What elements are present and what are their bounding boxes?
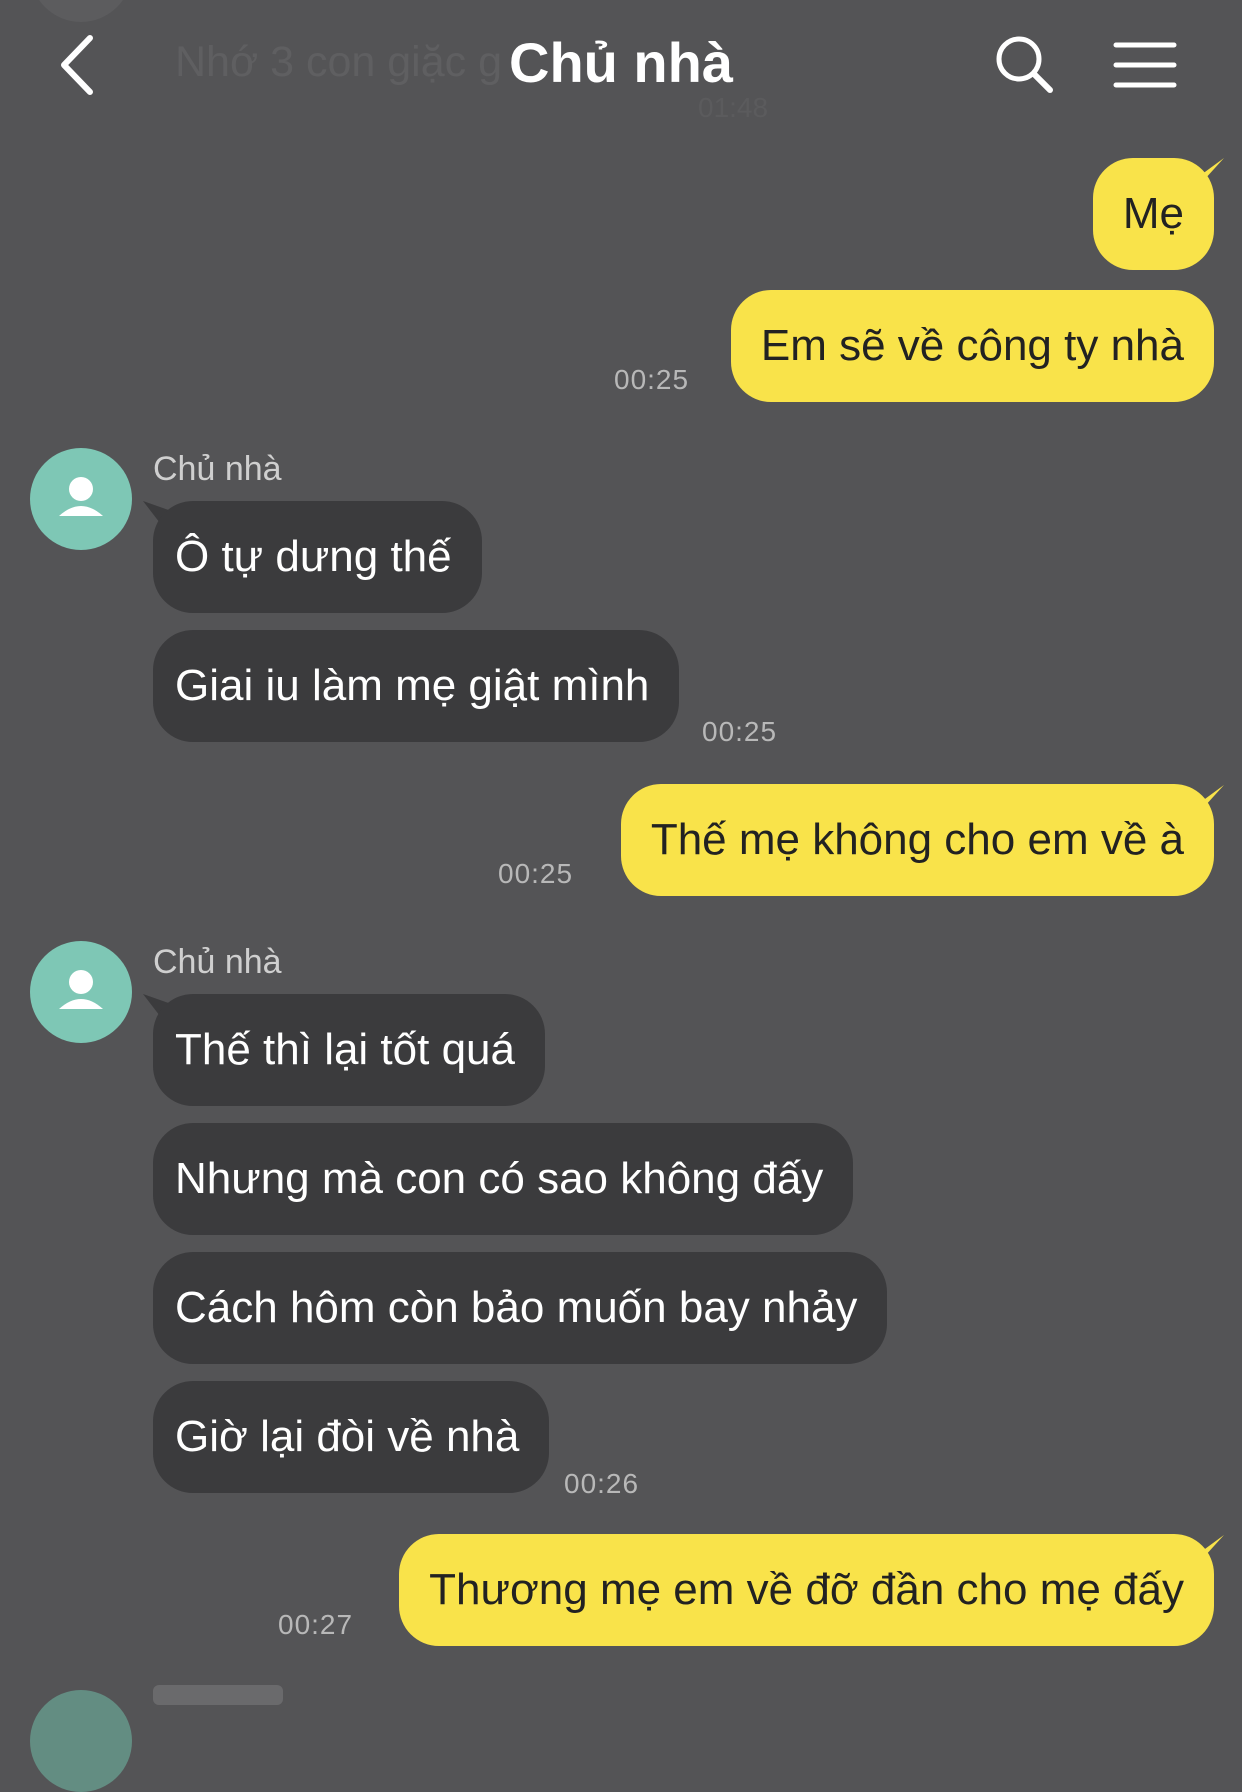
incoming-message[interactable]: Nhưng mà con có sao không đấy bbox=[153, 1123, 854, 1235]
person-icon bbox=[59, 477, 103, 516]
message-text: Ô tự dưng thế bbox=[175, 532, 452, 581]
message-text: Giờ lại đòi về nhà bbox=[175, 1412, 520, 1461]
search-icon[interactable] bbox=[990, 30, 1060, 100]
message-text: Giai iu làm mẹ giật mình bbox=[175, 661, 650, 710]
incoming-message[interactable]: Cách hôm còn bảo muốn bay nhảy bbox=[153, 1252, 888, 1364]
message-time: 00:25 bbox=[702, 716, 778, 747]
incoming-message[interactable]: Giờ lại đòi về nhà bbox=[153, 1381, 550, 1493]
message-text: Mẹ bbox=[1122, 189, 1184, 238]
scrolled-message-time: 01:48 bbox=[698, 92, 769, 123]
outgoing-message[interactable]: Mẹ bbox=[1092, 158, 1214, 270]
message-time: 00:26 bbox=[564, 1468, 640, 1499]
avatar-partial bbox=[30, 1690, 132, 1792]
sender-name: Chủ nhà bbox=[153, 943, 282, 981]
message-text: Thế thì lại tốt quá bbox=[175, 1025, 515, 1074]
message-time: 00:25 bbox=[498, 858, 574, 889]
hamburger-menu-icon[interactable] bbox=[1110, 35, 1180, 95]
incoming-message[interactable]: Giai iu làm mẹ giật mình bbox=[153, 630, 680, 742]
sender-name: Chủ nhà bbox=[153, 450, 282, 488]
message-time: 00:25 bbox=[614, 364, 690, 395]
incoming-message[interactable]: Thế thì lại tốt quá bbox=[153, 994, 545, 1106]
avatar[interactable] bbox=[30, 448, 132, 550]
scrolled-avatar bbox=[30, 0, 132, 22]
sender-name-partial bbox=[153, 1685, 283, 1705]
message-text: Em sẽ về công ty nhà bbox=[760, 321, 1184, 370]
message-time: 00:27 bbox=[278, 1609, 354, 1640]
message-text: Thế mẹ không cho em về à bbox=[650, 815, 1184, 864]
person-icon bbox=[59, 970, 103, 1009]
message-text: Cách hôm còn bảo muốn bay nhảy bbox=[175, 1283, 858, 1332]
chevron-left-icon[interactable] bbox=[50, 30, 110, 100]
avatar[interactable] bbox=[30, 941, 132, 1043]
incoming-message[interactable]: Ô tự dưng thế bbox=[153, 501, 482, 613]
message-text: Nhưng mà con có sao không đấy bbox=[175, 1154, 824, 1203]
outgoing-message[interactable]: Thế mẹ không cho em về à bbox=[620, 784, 1214, 896]
chat-screen: Nhớ 3 con giặc g 01:48 Chủ nhà Mẹ Em sẽ … bbox=[0, 0, 1242, 1792]
outgoing-message[interactable]: Thương mẹ em về đỡ đần cho mẹ đấy bbox=[399, 1534, 1214, 1646]
message-text: Thương mẹ em về đỡ đần cho mẹ đấy bbox=[429, 1565, 1184, 1614]
outgoing-message[interactable]: Em sẽ về công ty nhà bbox=[730, 290, 1214, 402]
